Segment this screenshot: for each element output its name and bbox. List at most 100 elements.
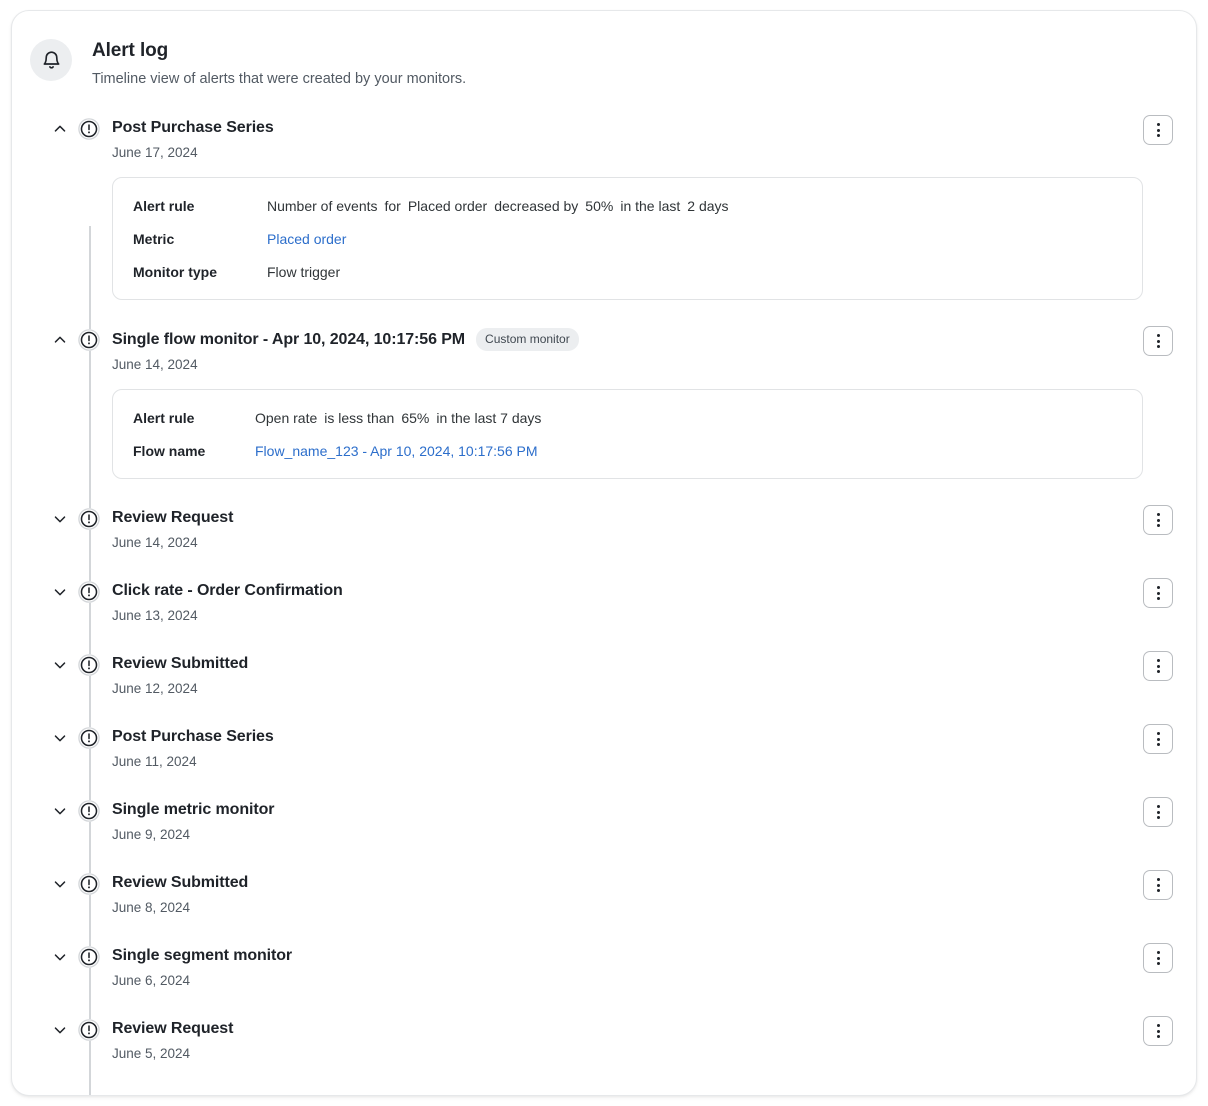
chevron-down-icon[interactable] [48,1018,72,1042]
event-spacer [112,625,1143,643]
chevron-down-icon[interactable] [48,726,72,750]
alert-event-title[interactable]: Post Purchase Series [112,117,274,139]
alert-detail-label: Metric [133,229,267,249]
event-spacer [112,844,1143,862]
alert-event-title-row: Review Request [112,1008,1143,1040]
alert-detail-label: Monitor type [133,262,267,282]
alert-event-title-row: Single segment monitor [112,935,1143,967]
alert-event-row: Review Submitted June 8, 2024 [12,862,1196,935]
chevron-down-icon[interactable] [48,580,72,604]
alert-event-row: Single metric monitorJune 9, 2024 [12,789,1196,862]
alert-timeline: Post Purchase Series June 17, 2024 Alert r… [12,107,1196,1096]
alert-event-title[interactable]: Review Request [112,1018,233,1040]
row-more-actions-button[interactable] [1143,326,1173,356]
chevron-down-icon[interactable] [48,799,72,823]
alert-rule-segment: is less than [324,410,394,426]
alert-detail-value: Number of eventsforPlaced orderdecreased… [267,196,729,216]
row-more-actions-button[interactable] [1143,115,1173,145]
page-title: Alert log [92,39,466,63]
event-spacer [112,552,1143,570]
alert-log-page: Alert log Timeline view of alerts that w… [0,0,1208,1106]
alert-event-title[interactable]: Review Submitted [112,653,248,675]
alert-detail-value: Placed order [267,229,346,249]
alert-rule-segment: in the last 7 days [436,410,541,426]
alert-detail-row: Alert ruleOpen rateis less than65%in the… [133,408,1122,428]
alert-event-body: Post Purchase SeriesJune 11, 2024 [112,716,1143,789]
custom-monitor-badge: Custom monitor [476,328,579,351]
row-more-actions-button[interactable] [1143,870,1173,900]
alert-detail-row: Monitor typeFlow trigger [133,262,1122,282]
chevron-up-icon[interactable] [48,117,72,141]
alert-event-body: Single metric monitorJune 9, 2024 [112,789,1143,862]
chevron-down-icon[interactable] [48,653,72,677]
event-spacer [112,300,1143,318]
alert-detail-row: Flow nameFlow_name_123 - Apr 10, 2024, 1… [133,441,1122,461]
header-text-block: Alert log Timeline view of alerts that w… [92,38,466,89]
alert-event-body: Single segment monitorJune 6, 2024 [112,935,1143,1008]
alert-event-date: June 14, 2024 [112,356,1143,374]
alert-event-row: Single flow monitor - Apr 10, 2024, 10:1… [12,318,1196,497]
alert-rule-segment: Number of events [267,198,378,214]
kebab-menu-icon [1157,586,1160,600]
alert-event-title[interactable]: Single metric monitor [112,799,274,821]
alert-circle-icon [78,508,100,530]
alert-event-date: June 17, 2024 [112,144,1143,162]
row-more-actions-button[interactable] [1143,797,1173,827]
alert-event-title-row: Single flow monitor - Apr 10, 2024, 10:1… [112,318,1143,351]
alert-event-title-row: Single metric monitor [112,789,1143,821]
event-list: Post Purchase Series June 17, 2024 Alert r… [12,107,1196,1081]
event-spacer [112,1063,1143,1081]
alert-event-title-row: Post Purchase Series [112,716,1143,748]
alert-event-body: Review Submitted June 12, 2024 [112,643,1143,716]
kebab-menu-icon [1157,123,1160,137]
alert-event-title[interactable]: Single segment monitor [112,945,292,967]
alert-circle-icon [78,873,100,895]
row-more-actions-button[interactable] [1143,724,1173,754]
alert-event-row: Review Request June 14, 2024 [12,497,1196,570]
kebab-menu-icon [1157,951,1160,965]
chevron-down-icon[interactable] [48,872,72,896]
kebab-menu-icon [1157,878,1160,892]
row-more-actions-button[interactable] [1143,1016,1173,1046]
alert-rule-segment: decreased by [494,198,578,214]
flow-name-link[interactable]: Flow_name_123 - Apr 10, 2024, 10:17:56 P… [255,443,538,459]
alert-event-title[interactable]: Post Purchase Series [112,726,274,748]
alert-detail-card: Alert ruleOpen rateis less than65%in the… [112,389,1143,479]
kebab-menu-icon [1157,805,1160,819]
alert-detail-label: Alert rule [133,408,255,428]
alert-event-body: Post Purchase SeriesJune 17, 2024Alert r… [112,107,1143,318]
alert-event-row: Review Submitted June 12, 2024 [12,643,1196,716]
alert-rule-segment: 65% [401,410,429,426]
alert-detail-value: Flow_name_123 - Apr 10, 2024, 10:17:56 P… [255,441,538,461]
alert-event-title[interactable]: Review Request [112,507,233,529]
alert-event-title[interactable]: Single flow monitor - Apr 10, 2024, 10:1… [112,329,465,351]
row-more-actions-button[interactable] [1143,651,1173,681]
alert-circle-icon [78,727,100,749]
event-spacer [112,771,1143,789]
row-more-actions-button[interactable] [1143,578,1173,608]
alert-rule-segment: for [385,198,401,214]
row-more-actions-button[interactable] [1143,943,1173,973]
alert-event-body: Click rate - Order ConfirmationJune 13, … [112,570,1143,643]
alert-event-date: June 8, 2024 [112,899,1143,917]
alert-rule-segment: 50% [585,198,613,214]
alert-event-title[interactable]: Click rate - Order Confirmation [112,580,343,602]
chevron-down-icon[interactable] [48,945,72,969]
alert-event-title[interactable]: Review Submitted [112,872,248,894]
alert-event-body: Review Submitted June 8, 2024 [112,862,1143,935]
alert-event-date: June 12, 2024 [112,680,1143,698]
chevron-up-icon[interactable] [48,328,72,352]
alert-event-title-row: Post Purchase Series [112,107,1143,139]
kebab-menu-icon [1157,732,1160,746]
alert-circle-icon [78,581,100,603]
alert-circle-icon [78,329,100,351]
alert-event-date: June 14, 2024 [112,534,1143,552]
alert-event-body: Review Request June 14, 2024 [112,497,1143,570]
metric-link[interactable]: Placed order [267,231,346,247]
alert-log-panel: Alert log Timeline view of alerts that w… [11,10,1197,1096]
chevron-down-icon[interactable] [48,507,72,531]
alert-detail-value: Open rateis less than65%in the last 7 da… [255,408,541,428]
alert-event-date: June 5, 2024 [112,1045,1143,1063]
row-more-actions-button[interactable] [1143,505,1173,535]
alert-circle-icon [78,800,100,822]
